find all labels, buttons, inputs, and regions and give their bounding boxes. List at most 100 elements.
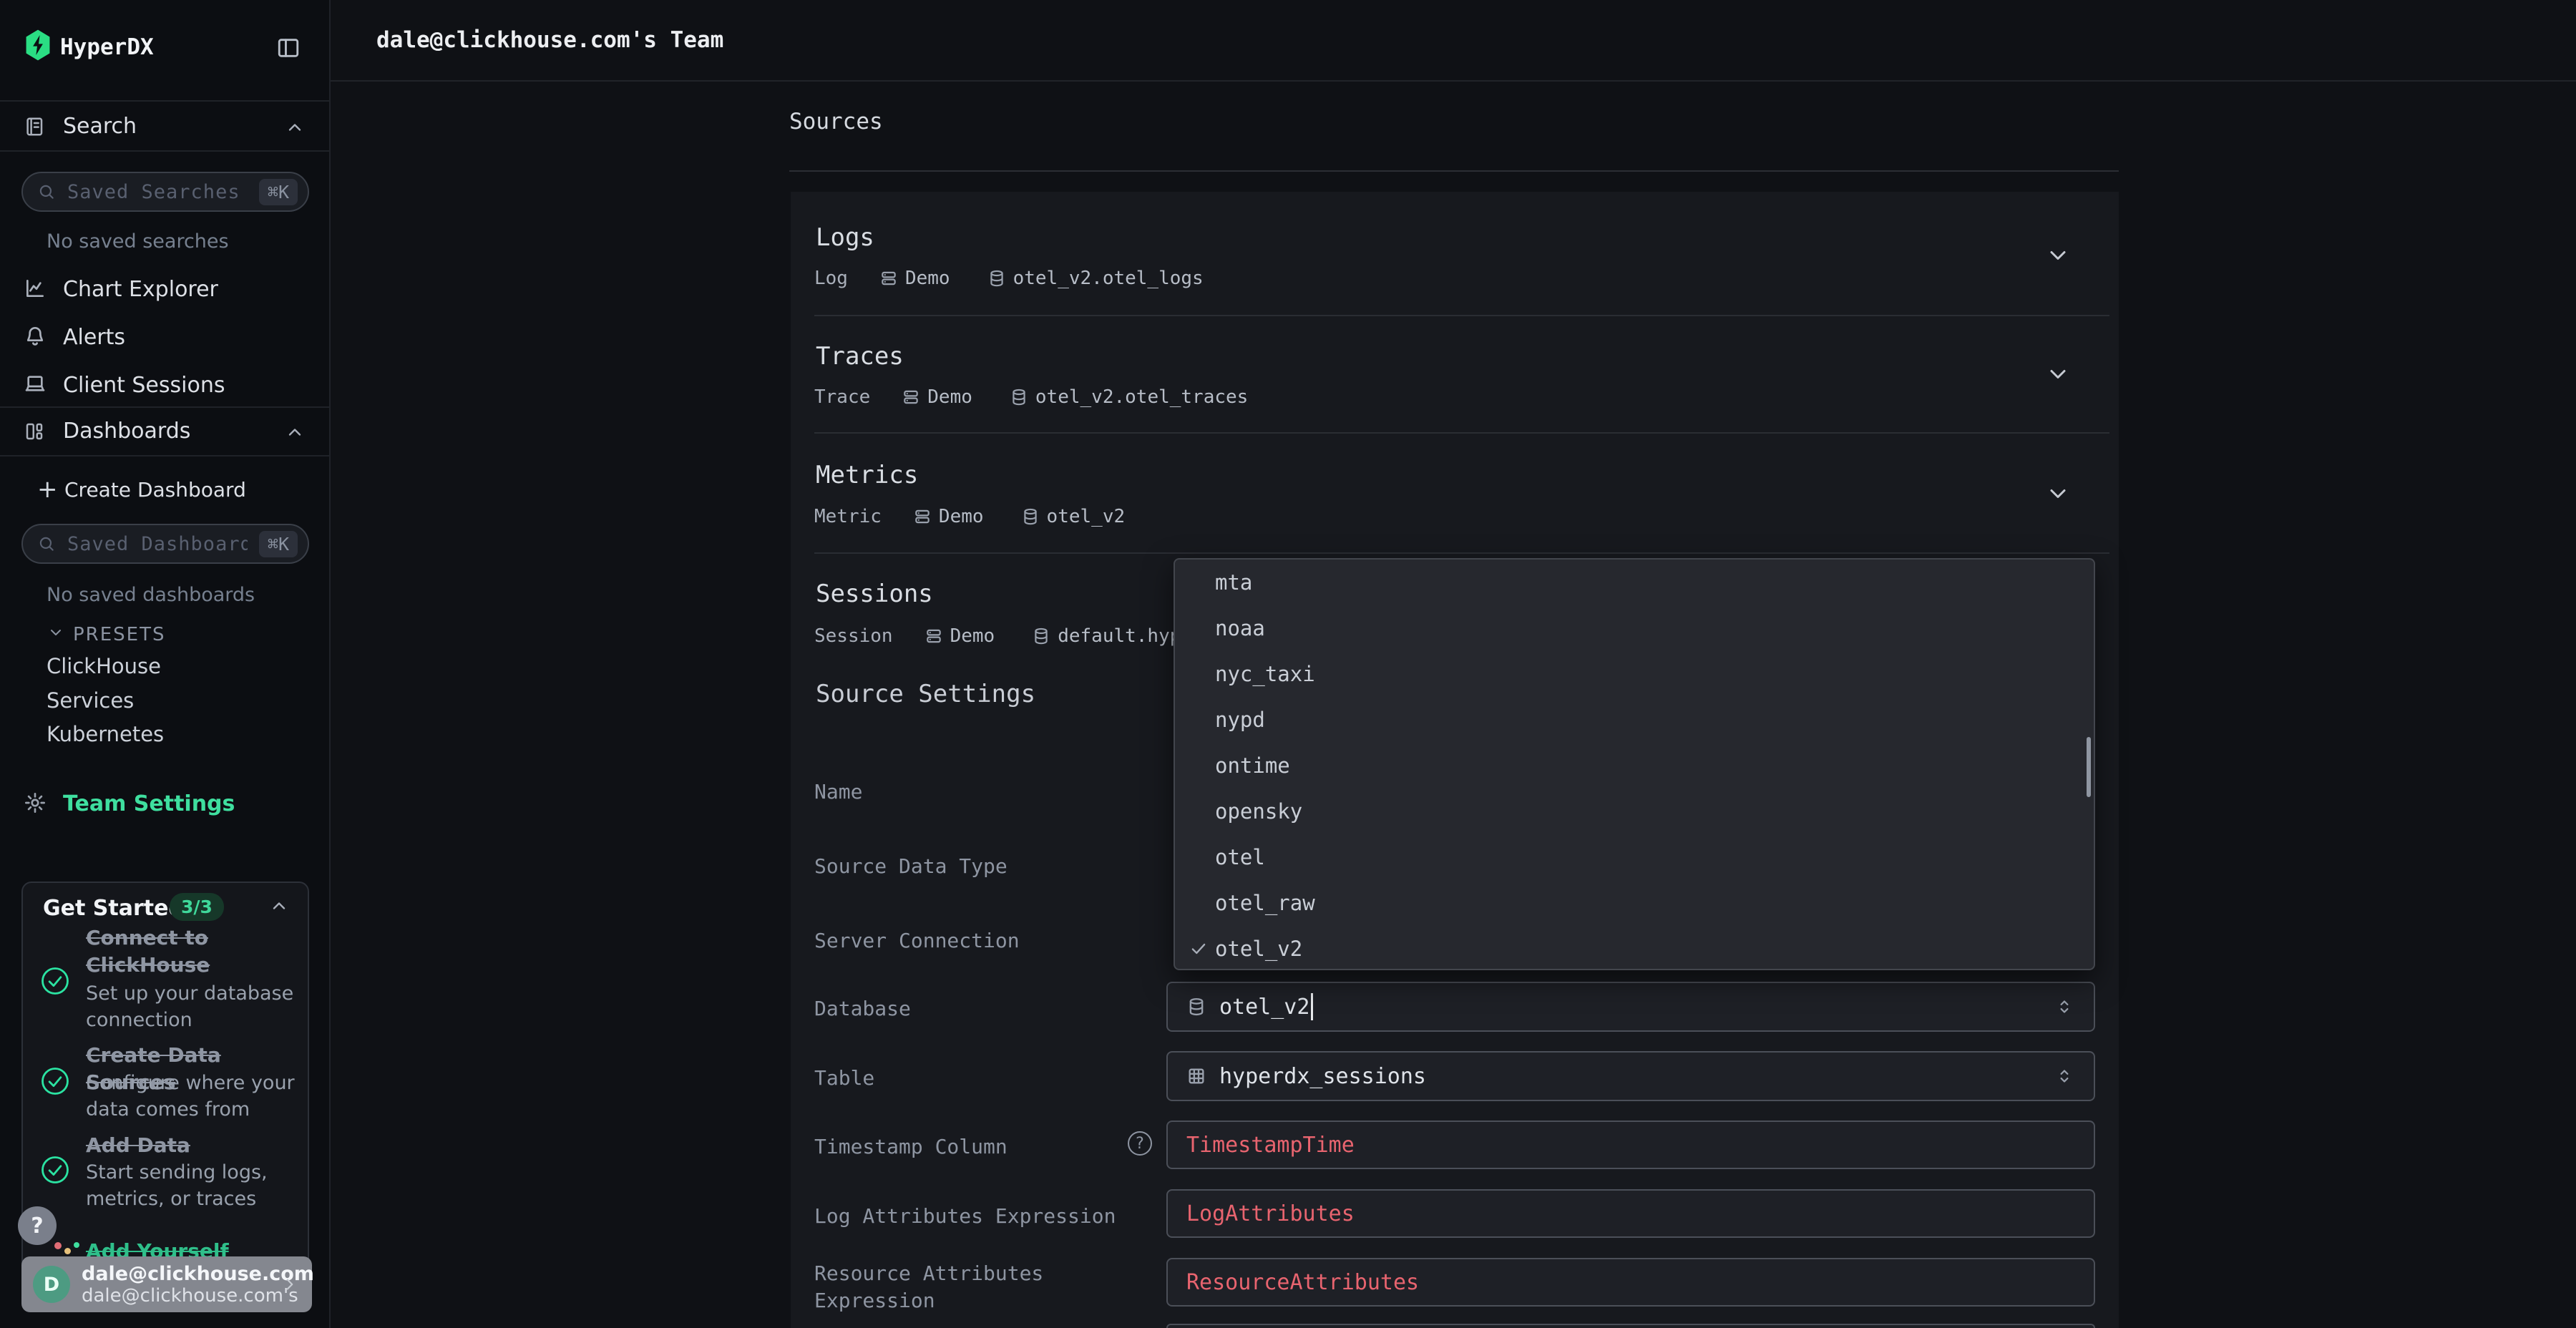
no-saved-dashboards-text: No saved dashboards — [47, 584, 255, 606]
server-icon — [913, 507, 932, 526]
saved-dashboards-input[interactable]: Saved Dashboards ⌘K — [21, 524, 309, 564]
chevron-down-icon[interactable] — [2045, 481, 2071, 509]
resource-attributes-input[interactable]: ResourceAttributes — [1166, 1258, 2095, 1307]
select-arrows-icon — [2054, 996, 2075, 1017]
saved-searches-input[interactable]: Saved Searches ⌘K — [21, 172, 309, 212]
dropdown-option[interactable]: otel_raw — [1175, 880, 2094, 926]
get-started-card: Get Started 3/3 Connect to ClickHouse Se… — [21, 882, 309, 1274]
dropdown-option[interactable]: otel — [1175, 834, 2094, 880]
timestamp-column-input[interactable]: TimestampTime — [1166, 1120, 2095, 1169]
saved-searches-placeholder: Saved Searches — [67, 181, 248, 203]
divider — [789, 170, 2119, 172]
sidebar-item-team-settings[interactable]: Team Settings — [0, 786, 329, 826]
user-menu[interactable]: D dale@clickhouse.com dale@clickhouse.co… — [21, 1256, 312, 1312]
source-meta: Trace Demo otel_v2.otel_traces — [814, 386, 1285, 408]
hyperdx-logo-icon — [24, 29, 52, 64]
sidebar-item-chart-explorer[interactable]: Chart Explorer — [0, 275, 329, 318]
presets-header[interactable]: PRESETS — [0, 620, 329, 651]
label-server-connection: Server Connection — [814, 929, 1020, 952]
sources-title: Sources — [789, 109, 883, 135]
label-table: Table — [814, 1066, 874, 1090]
app-root: HyperDX Search Saved Searches ⌘K No save… — [0, 0, 2576, 1328]
label-name: Name — [814, 780, 862, 804]
section-dashboards-label: Dashboards — [63, 419, 190, 444]
source-section-sessions: Sessions — [816, 580, 933, 608]
get-started-item-title: Add Data — [86, 1132, 190, 1159]
server-icon — [924, 627, 943, 645]
preset-services[interactable]: Services — [47, 688, 134, 713]
chevron-up-icon[interactable] — [269, 896, 289, 919]
bell-icon — [24, 324, 47, 350]
database-icon — [1032, 627, 1050, 645]
source-section-traces: Traces — [816, 342, 904, 371]
saved-dashboards-placeholder: Saved Dashboards — [67, 533, 248, 555]
dropdown-option[interactable]: nypd — [1175, 697, 2094, 743]
partial-input — [1166, 1324, 2095, 1328]
dropdown-option-selected[interactable]: otel_v2 — [1175, 926, 2094, 972]
chart-explorer-label: Chart Explorer — [63, 277, 218, 302]
dropdown-option[interactable]: opensky — [1175, 788, 2094, 834]
dropdown-option[interactable]: noaa — [1175, 605, 2094, 651]
source-settings-heading: Source Settings — [816, 680, 1035, 708]
source-section-logs: Logs — [816, 223, 874, 252]
database-icon — [987, 269, 1006, 288]
preset-clickhouse[interactable]: ClickHouse — [47, 654, 161, 678]
chevron-up-icon — [285, 117, 305, 140]
presets-label: PRESETS — [73, 624, 166, 645]
log-attributes-value: LogAttributes — [1186, 1201, 1355, 1226]
log-attributes-input[interactable]: LogAttributes — [1166, 1189, 2095, 1238]
get-started-item-title: Connect to ClickHouse — [86, 924, 210, 979]
source-meta: Metric Demo otel_v2 — [814, 506, 1162, 527]
search-icon — [37, 182, 56, 201]
app-title: HyperDX — [60, 34, 154, 60]
user-name: dale@clickhouse.com — [82, 1263, 280, 1285]
dashboard-grid-icon — [24, 421, 45, 445]
section-dashboards[interactable]: Dashboards — [0, 406, 329, 456]
scrollbar-thumb[interactable] — [2087, 737, 2091, 797]
progress-badge: 3/3 — [170, 893, 224, 921]
select-arrows-icon — [2054, 1065, 2075, 1087]
database-icon — [1186, 997, 1206, 1017]
collapse-sidebar-button[interactable] — [276, 36, 301, 63]
section-search-label: Search — [63, 114, 137, 139]
client-sessions-label: Client Sessions — [63, 373, 225, 398]
dropdown-option[interactable]: mta — [1175, 560, 2094, 605]
section-search[interactable]: Search — [0, 100, 329, 152]
resource-attributes-value: ResourceAttributes — [1186, 1270, 1419, 1295]
chevron-up-icon — [285, 422, 305, 445]
check-icon — [1189, 939, 1215, 958]
no-saved-searches-text: No saved searches — [47, 230, 229, 253]
source-meta: Log Demo otel_v2.otel_logs — [814, 268, 1241, 289]
chevron-down-icon[interactable] — [2045, 361, 2071, 390]
shortcut-badge: ⌘K — [259, 179, 298, 205]
label-source-data-type: Source Data Type — [814, 854, 1008, 878]
help-button-label: ? — [31, 1214, 43, 1239]
timestamp-column-value: TimestampTime — [1186, 1133, 1355, 1158]
database-value: otel_v2 — [1219, 995, 1309, 1020]
preset-kubernetes[interactable]: Kubernetes — [47, 722, 164, 746]
user-subtitle: dale@clickhouse.com's — [82, 1285, 280, 1307]
text-caret — [1311, 993, 1313, 1020]
page-title: dale@clickhouse.com's Team — [376, 27, 723, 53]
source-section-metrics: Metrics — [816, 461, 918, 489]
chart-icon — [24, 277, 47, 303]
get-started-title: Get Started — [43, 896, 184, 921]
help-icon[interactable]: ? — [1128, 1131, 1152, 1156]
dropdown-option[interactable]: ontime — [1175, 743, 2094, 788]
sidebar-item-alerts[interactable]: Alerts — [0, 322, 329, 365]
chevron-down-icon[interactable] — [2045, 243, 2071, 271]
team-settings-label: Team Settings — [63, 791, 235, 816]
database-icon — [1021, 507, 1040, 526]
help-button[interactable]: ? — [18, 1206, 57, 1245]
confetti-icon — [54, 1242, 79, 1254]
dropdown-option[interactable]: nyc_taxi — [1175, 651, 2094, 697]
create-dashboard-button[interactable]: + Create Dashboard — [0, 475, 329, 511]
check-circle-icon — [40, 966, 70, 999]
table-select[interactable]: hyperdx_sessions — [1166, 1051, 2095, 1101]
divider — [814, 432, 2109, 434]
database-dropdown: mta noaa nyc_taxi nypd ontime opensky ot… — [1174, 558, 2095, 970]
server-icon — [879, 269, 898, 288]
database-select[interactable]: otel_v2 — [1166, 982, 2095, 1032]
gear-icon — [24, 791, 47, 817]
database-icon — [1010, 388, 1028, 406]
